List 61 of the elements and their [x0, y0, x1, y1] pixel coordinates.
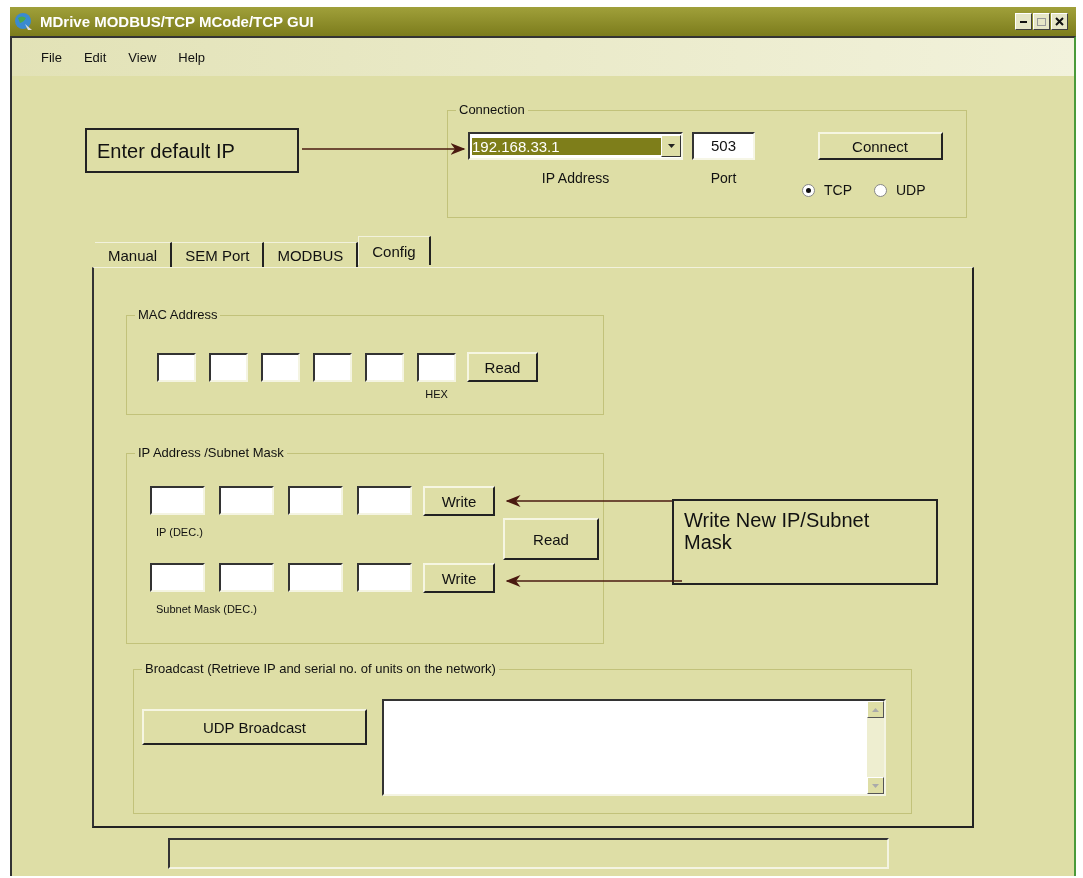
radio-option[interactable]: UDP [874, 182, 926, 198]
octet-field[interactable] [288, 563, 343, 592]
annotation-box: Enter default IP [85, 128, 299, 173]
dropdown-button[interactable] [661, 135, 681, 157]
up-arrow-icon [872, 707, 879, 712]
mac-byte-field[interactable] [209, 352, 248, 382]
menu-item[interactable]: File [32, 49, 75, 65]
close-button[interactable] [1051, 13, 1068, 30]
scroll-bar[interactable] [867, 701, 884, 794]
octet-field[interactable] [288, 486, 343, 515]
window-title: MDrive MODBUS/TCP MCode/TCP GUI [40, 13, 315, 30]
port-field[interactable]: 503 [692, 132, 755, 160]
octet-field[interactable] [150, 563, 205, 592]
tab[interactable]: Config [358, 236, 431, 265]
field-label: Port [710, 170, 737, 186]
read-button[interactable]: Read [467, 352, 538, 382]
globe-icon [14, 11, 34, 32]
maximize-icon [1037, 17, 1046, 26]
hex-label: HEX [424, 388, 449, 400]
octet-field[interactable] [150, 486, 205, 515]
octet-field[interactable] [219, 563, 274, 592]
menu-item[interactable]: Edit [74, 49, 120, 65]
connect-button[interactable]: Connect [817, 132, 943, 160]
write-button[interactable]: Write [423, 563, 495, 593]
maximize-button[interactable] [1033, 13, 1050, 30]
down-arrow-icon [667, 144, 675, 148]
down-arrow-icon [872, 783, 879, 788]
mac-byte-field[interactable] [157, 352, 196, 382]
menu-item[interactable]: View [119, 49, 170, 65]
scroll-down-button[interactable] [867, 777, 884, 794]
scroll-up-button[interactable] [867, 701, 884, 718]
tab[interactable]: MODBUS [264, 242, 359, 267]
group-label: Connection [456, 102, 528, 117]
write-button[interactable]: Write [423, 486, 495, 516]
minimize-button[interactable] [1015, 13, 1032, 30]
close-icon [1055, 17, 1064, 26]
ip-address-combo[interactable]: 192.168.33.1 [468, 132, 683, 160]
minimize-icon [1020, 20, 1027, 23]
mac-byte-field[interactable] [261, 352, 300, 382]
mac-byte-field[interactable] [313, 352, 352, 382]
radio-option[interactable]: TCP [802, 182, 852, 198]
radio-circle[interactable] [874, 183, 887, 197]
mac-byte-field[interactable] [365, 352, 404, 382]
group-label: Broadcast (Retrieve IP and serial no. of units on the network) [142, 661, 499, 676]
radio-circle[interactable] [802, 183, 815, 197]
field-label: IP Address [541, 170, 610, 186]
row-label: IP (DEC.) [155, 525, 204, 538]
row-label: Subnet Mask (DEC.) [155, 602, 258, 615]
tab[interactable]: Manual [95, 242, 173, 267]
results-text-area[interactable] [382, 699, 886, 796]
read-button[interactable]: Read [503, 518, 599, 560]
group-label: IP Address /Subnet Mask [135, 445, 287, 460]
udp-broadcast-button[interactable]: UDP Broadcast [142, 709, 367, 745]
octet-field[interactable] [219, 486, 274, 515]
octet-field[interactable] [357, 563, 412, 592]
group-label: MAC Address [135, 307, 221, 322]
menu-item[interactable]: Help [169, 49, 219, 65]
tab[interactable]: SEM Port [172, 242, 265, 267]
octet-field[interactable] [357, 486, 412, 515]
mac-byte-field[interactable] [417, 352, 456, 382]
annotation-box: Write New IP/Subnet Mask [672, 499, 938, 585]
